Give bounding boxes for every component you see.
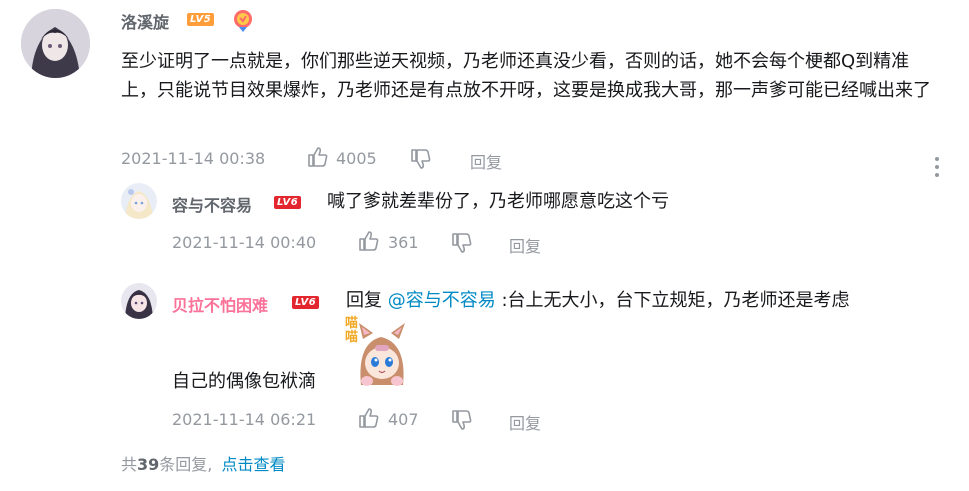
meow-cat-girl-sticker: 喵喵 [345,315,417,391]
reply-count-number: 39 [137,455,160,474]
thumbs-down-icon[interactable] [451,232,473,258]
reply-count-prefix: 共 [121,455,138,474]
mention-link[interactable]: @容与不容易 [388,290,496,311]
comment-timestamp: 2021-11-14 00:38 [121,149,266,168]
reply-prefix: 回复 [346,290,388,311]
reply-button[interactable]: 回复 [509,233,541,257]
thumbs-down-icon[interactable] [451,409,473,435]
level-badge: LV6 [292,296,320,309]
main-commenter-avatar[interactable] [21,9,90,78]
thumbs-up-icon[interactable] [358,407,380,433]
level-badge: LV6 [274,196,302,209]
fan-medal-icon [231,8,255,36]
like-count: 4005 [336,149,377,168]
reply-timestamp: 2021-11-14 06:21 [172,410,317,429]
reply-username[interactable]: 容与不容易 [172,192,252,216]
reply-text: 回复 @容与不容易 :台上无大小，台下立规矩，乃老师还是考虑 [346,286,850,315]
reply-avatar[interactable] [121,283,157,319]
more-options-icon[interactable] [933,156,941,182]
view-replies-link[interactable]: 点击查看 [221,455,285,474]
reply-timestamp: 2021-11-14 00:40 [172,233,317,252]
reply-button[interactable]: 回复 [470,149,502,173]
sticker-text: 喵喵 [345,316,359,345]
reply-username[interactable]: 贝拉不怕困难 [172,292,268,316]
reply-text-line2: 自己的偶像包袱滴 [172,371,316,392]
level-badge: LV5 [187,13,215,26]
main-commenter-name[interactable]: 洛溪旋 [121,9,169,33]
reply-avatar[interactable] [121,183,157,219]
like-count: 407 [388,410,419,429]
thumbs-down-icon[interactable] [410,148,432,174]
reply-text-line1: :台上无大小，台下立规矩，乃老师还是考虑 [495,290,850,311]
reply-text: 喊了爹就差辈份了，乃老师哪愿意吃这个亏 [327,191,669,212]
reply-count-suffix: 条回复, [159,455,213,474]
like-count: 361 [388,233,419,252]
thumbs-up-icon[interactable] [358,230,380,256]
reply-count-summary: 共39条回复, 点击查看 [121,451,285,475]
reply-button[interactable]: 回复 [509,410,541,434]
thumbs-up-icon[interactable] [307,146,329,172]
main-comment-text: 至少证明了一点就是，你们那些逆天视频，乃老师还真没少看，否则的话，她不会每个梗都… [121,51,931,101]
